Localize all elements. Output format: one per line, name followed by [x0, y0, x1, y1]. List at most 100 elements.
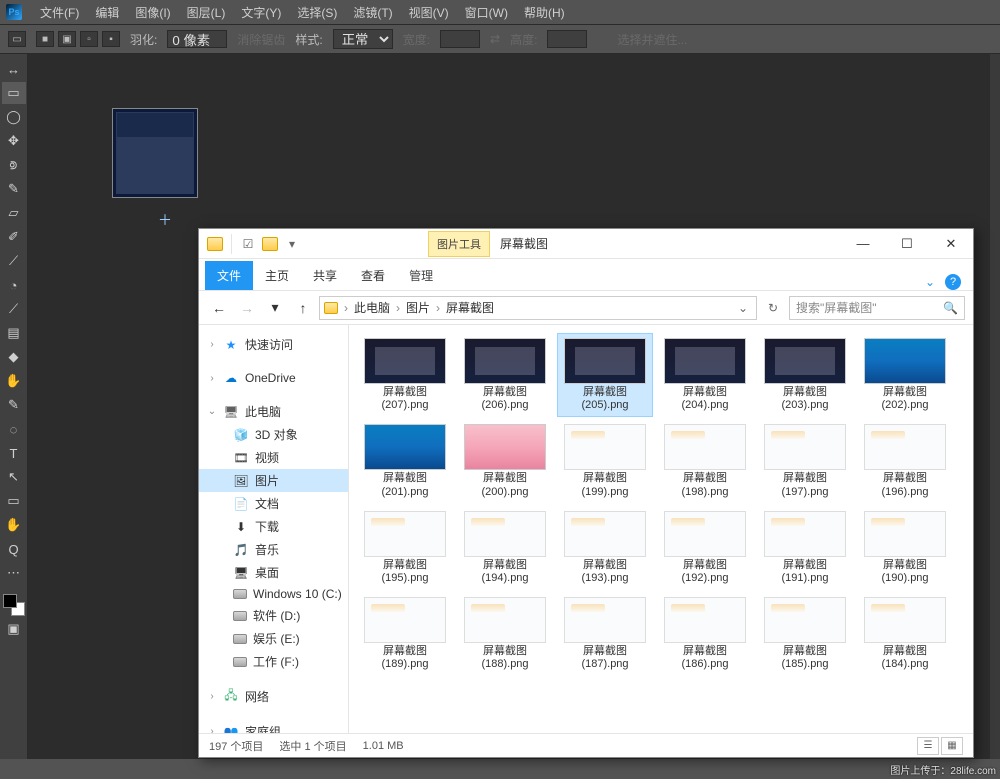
search-icon[interactable]: 🔍: [943, 301, 958, 315]
file-item[interactable]: 屏幕截图 (207).png: [357, 333, 453, 417]
new-folder-icon[interactable]: [262, 237, 278, 251]
sidebar-item[interactable]: 软件 (D:): [199, 604, 348, 627]
file-item[interactable]: 屏幕截图 (191).png: [757, 506, 853, 590]
file-item[interactable]: 屏幕截图 (199).png: [557, 419, 653, 503]
ribbon-collapse-icon[interactable]: ⌄: [925, 275, 935, 289]
ps-tool[interactable]: ✥: [2, 130, 26, 152]
menu-item[interactable]: 帮助(H): [516, 0, 573, 25]
sidebar-item[interactable]: 🖼图片: [199, 469, 348, 492]
explorer-titlebar[interactable]: ☑ ▾ 图片工具 屏幕截图 — ☐ ✕: [199, 229, 973, 259]
file-item[interactable]: 屏幕截图 (197).png: [757, 419, 853, 503]
tab-manage[interactable]: 管理: [397, 261, 445, 290]
crumb-0[interactable]: 此电脑: [350, 297, 394, 318]
file-item[interactable]: 屏幕截图 (203).png: [757, 333, 853, 417]
ps-tool[interactable]: ⟋: [2, 250, 26, 272]
file-item[interactable]: 屏幕截图 (189).png: [357, 592, 453, 676]
document-thumbnail[interactable]: [112, 108, 198, 198]
details-view-button[interactable]: ☰: [917, 737, 939, 755]
sidebar-homegroup[interactable]: ›👥家庭组: [199, 720, 348, 733]
ps-tool[interactable]: ▭: [2, 82, 26, 104]
file-item[interactable]: 屏幕截图 (192).png: [657, 506, 753, 590]
props-icon[interactable]: ☑: [240, 236, 256, 252]
sidebar-onedrive[interactable]: ›☁OneDrive: [199, 368, 348, 388]
color-swatch[interactable]: [3, 594, 25, 616]
address-dropdown-icon[interactable]: ⌄: [734, 301, 752, 315]
thumbnails-view-button[interactable]: ▦: [941, 737, 963, 755]
sidebar-item[interactable]: 🎵音乐: [199, 538, 348, 561]
search-box[interactable]: 搜索"屏幕截图" 🔍: [789, 296, 965, 320]
ps-tool[interactable]: ↔: [2, 58, 26, 80]
ps-tool[interactable]: ✋: [2, 370, 26, 392]
ps-tool[interactable]: ✋: [2, 514, 26, 536]
ps-tool[interactable]: ⟋: [2, 298, 26, 320]
minimize-button[interactable]: —: [841, 229, 885, 259]
ps-tool[interactable]: ◆: [2, 346, 26, 368]
refresh-button[interactable]: ↻: [761, 296, 785, 320]
ps-right-collapsed-panel[interactable]: [990, 54, 1000, 759]
new-selection-icon[interactable]: ■: [36, 31, 54, 47]
file-item[interactable]: 屏幕截图 (198).png: [657, 419, 753, 503]
tab-share[interactable]: 共享: [301, 261, 349, 290]
sidebar-item[interactable]: ⬇下载: [199, 515, 348, 538]
file-item[interactable]: 屏幕截图 (201).png: [357, 419, 453, 503]
sidebar-item[interactable]: 娱乐 (E:): [199, 627, 348, 650]
tab-file[interactable]: 文件: [205, 261, 253, 290]
ps-tool[interactable]: ▭: [2, 490, 26, 512]
menu-item[interactable]: 文字(Y): [233, 0, 289, 25]
close-button[interactable]: ✕: [929, 229, 973, 259]
ps-tool[interactable]: ✐: [2, 226, 26, 248]
file-item[interactable]: 屏幕截图 (184).png: [857, 592, 953, 676]
menu-item[interactable]: 视图(V): [401, 0, 457, 25]
menu-item[interactable]: 窗口(W): [457, 0, 516, 25]
ps-tool[interactable]: T: [2, 442, 26, 464]
file-item[interactable]: 屏幕截图 (202).png: [857, 333, 953, 417]
intersect-selection-icon[interactable]: ▪: [102, 31, 120, 47]
address-bar[interactable]: › 此电脑 › 图片 › 屏幕截图 ⌄: [319, 296, 757, 320]
ps-tool[interactable]: ◔: [2, 274, 26, 296]
sidebar-item[interactable]: 🎞视频: [199, 446, 348, 469]
ps-tool[interactable]: ✎: [2, 178, 26, 200]
subtract-selection-icon[interactable]: ▫: [80, 31, 98, 47]
back-button[interactable]: ←: [207, 296, 231, 320]
sidebar-network[interactable]: ›🖧网络: [199, 685, 348, 708]
add-selection-icon[interactable]: ▣: [58, 31, 76, 47]
sidebar-item[interactable]: 🖥桌面: [199, 561, 348, 584]
file-item[interactable]: 屏幕截图 (205).png: [557, 333, 653, 417]
customize-qat-icon[interactable]: ▾: [284, 236, 300, 252]
file-item[interactable]: 屏幕截图 (190).png: [857, 506, 953, 590]
sidebar-item[interactable]: Windows 10 (C:): [199, 584, 348, 604]
forward-button[interactable]: →: [235, 296, 259, 320]
ps-tool[interactable]: Q: [2, 538, 26, 560]
file-item[interactable]: 屏幕截图 (185).png: [757, 592, 853, 676]
content-pane[interactable]: 屏幕截图 (207).png屏幕截图 (206).png屏幕截图 (205).p…: [349, 325, 973, 733]
sidebar-item[interactable]: 工作 (F:): [199, 650, 348, 673]
file-item[interactable]: 屏幕截图 (194).png: [457, 506, 553, 590]
ps-tool[interactable]: ▱: [2, 202, 26, 224]
ps-tool[interactable]: ◯: [2, 106, 26, 128]
sidebar-this-pc[interactable]: ⌄🖥此电脑: [199, 400, 348, 423]
ps-tool[interactable]: ⟄: [2, 154, 26, 176]
tab-view[interactable]: 查看: [349, 261, 397, 290]
ps-tool[interactable]: ↖: [2, 466, 26, 488]
ps-tool[interactable]: ◌: [2, 418, 26, 440]
tab-home[interactable]: 主页: [253, 261, 301, 290]
menu-item[interactable]: 图像(I): [127, 0, 178, 25]
file-item[interactable]: 屏幕截图 (193).png: [557, 506, 653, 590]
file-item[interactable]: 屏幕截图 (206).png: [457, 333, 553, 417]
ps-tool[interactable]: ⋯: [2, 562, 26, 584]
file-item[interactable]: 屏幕截图 (200).png: [457, 419, 553, 503]
file-item[interactable]: 屏幕截图 (186).png: [657, 592, 753, 676]
file-item[interactable]: 屏幕截图 (187).png: [557, 592, 653, 676]
ps-tool[interactable]: ▤: [2, 322, 26, 344]
menu-item[interactable]: 图层(L): [179, 0, 234, 25]
file-item[interactable]: 屏幕截图 (204).png: [657, 333, 753, 417]
menu-item[interactable]: 选择(S): [289, 0, 345, 25]
select-mask-button[interactable]: 选择并遮住...: [617, 31, 687, 48]
menu-item[interactable]: 编辑: [87, 0, 127, 25]
maximize-button[interactable]: ☐: [885, 229, 929, 259]
marquee-tool-preset-icon[interactable]: ▭: [8, 31, 26, 47]
recent-locations-icon[interactable]: ▾: [263, 296, 287, 320]
style-select[interactable]: 正常: [333, 29, 393, 49]
crumb-1[interactable]: 图片: [402, 297, 434, 318]
sidebar-item[interactable]: 🧊3D 对象: [199, 423, 348, 446]
